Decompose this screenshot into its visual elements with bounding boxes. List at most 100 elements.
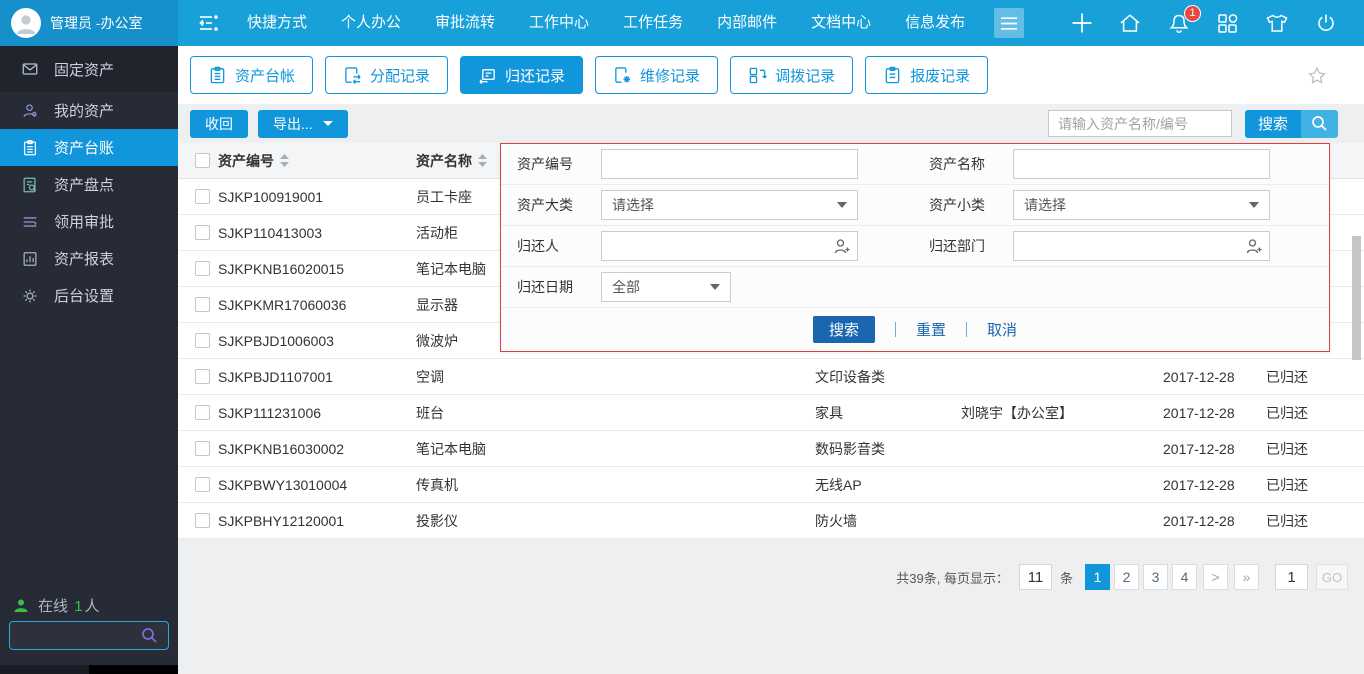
topnav-item[interactable]: 信息发布 [888,0,982,46]
row-checkbox[interactable] [195,225,210,240]
sidebar-item-asset-reports[interactable]: 资产报表 [0,240,178,277]
search-icon-button[interactable] [1301,110,1338,138]
return-dept-field[interactable] [1013,231,1270,261]
asset-name-field[interactable] [1013,149,1270,179]
document-exchange-icon [343,66,362,85]
export-label: 导出... [273,114,313,134]
topnav-item[interactable]: 工作任务 [606,0,700,46]
tab-allocation-records[interactable]: 分配记录 [325,56,448,94]
vertical-scrollbar[interactable] [1352,236,1361,360]
major-category-select[interactable]: 请选择 [601,190,858,220]
tab-return-records[interactable]: 归还记录 [460,56,583,94]
row-checkbox[interactable] [195,405,210,420]
separator [966,322,967,337]
theme-shirt-icon[interactable] [1264,12,1290,35]
row-checkbox[interactable] [195,189,210,204]
row-checkbox[interactable] [195,441,210,456]
sidebar-item-my-assets[interactable]: 我的资产 [0,92,178,129]
panel-footer: 搜索 重置 取消 [501,308,1329,351]
add-icon[interactable] [1071,12,1093,34]
sort-icon[interactable] [280,154,289,167]
clipboard-icon [21,139,39,157]
page-size-input[interactable] [1019,564,1052,590]
page-button-4[interactable]: 4 [1172,564,1197,590]
table-row[interactable]: SJKP111231006 班台 家具 刘晓宇【办公室】 2017-12-28 … [178,395,1364,431]
last-page-button[interactable]: » [1234,564,1259,590]
table-row[interactable]: SJKPBHY12120001 投影仪 防火墙 2017-12-28 已归还 [178,503,1364,539]
sidebar-item-fixed-assets[interactable]: 固定资产 [0,46,178,92]
table-row[interactable]: SJKPBJD1107001 空调 文印设备类 2017-12-28 已归还 [178,359,1364,395]
sidebar-item-backend-settings[interactable]: 后台设置 [0,277,178,314]
go-button[interactable]: GO [1316,564,1348,590]
recall-button[interactable]: 收回 [190,110,248,138]
column-header-asset-name[interactable]: 资产名称 [416,151,472,171]
page-button-3[interactable]: 3 [1143,564,1168,590]
tab-scrap-records[interactable]: 报废记录 [865,56,988,94]
sidebar-item-asset-inventory[interactable]: 资产盘点 [0,166,178,203]
user-menu[interactable]: 管理员 -办公室 [0,0,178,46]
major-category-label: 资产大类 [501,195,601,215]
apps-grid-icon[interactable] [1216,12,1239,35]
sidebar-search-input[interactable] [9,621,169,650]
menu-collapse-icon[interactable] [198,13,220,33]
panel-reset-button[interactable]: 重置 [916,319,946,340]
table-row[interactable]: SJKPKNB16030002 笔记本电脑 数码影音类 2017-12-28 已… [178,431,1364,467]
panel-cancel-button[interactable]: 取消 [987,319,1017,340]
cell-status: 已归还 [1266,403,1364,423]
chevron-down-icon [1249,202,1259,208]
sidebar-item-asset-ledger[interactable]: 资产台账 [0,129,178,166]
sort-icon[interactable] [478,154,487,167]
pagination: 共39条, 每页显示： 条 1234 > » GO [896,564,1348,590]
topnav-item[interactable]: 个人办公 [324,0,418,46]
cell-category: 文印设备类 [815,367,961,387]
row-checkbox[interactable] [195,369,210,384]
column-header-asset-code[interactable]: 资产编号 [218,151,274,171]
topnav-item[interactable]: 内部邮件 [700,0,794,46]
page-button-2[interactable]: 2 [1114,564,1139,590]
row-checkbox[interactable] [195,261,210,276]
topnav-items: 快捷方式个人办公审批流转工作中心工作任务内部邮件文档中心信息发布 [230,0,982,46]
sidebar-item-label: 资产报表 [54,248,114,269]
returner-field[interactable] [601,231,858,261]
next-page-button[interactable]: > [1203,564,1228,590]
topnav-item[interactable]: 工作中心 [512,0,606,46]
sidebar-item-requisition-approval[interactable]: 领用审批 [0,203,178,240]
tab-transfer-records[interactable]: 调拨记录 [730,56,853,94]
topnav-item[interactable]: 快捷方式 [230,0,324,46]
table-row[interactable]: SJKPBWY13010004 传真机 无线AP 2017-12-28 已归还 [178,467,1364,503]
person-add-icon[interactable] [834,238,851,255]
favorite-star-icon[interactable] [1308,67,1326,84]
row-checkbox[interactable] [195,333,210,348]
return-date-select[interactable]: 全部 [601,272,731,302]
topnav-item[interactable]: 文档中心 [794,0,888,46]
online-unit: 人 [85,598,100,615]
row-checkbox[interactable] [195,297,210,312]
notifications-bell-icon[interactable]: 1 [1167,12,1191,35]
page-button-1[interactable]: 1 [1085,564,1110,590]
row-checkbox[interactable] [195,513,210,528]
select-all-checkbox[interactable] [195,153,210,168]
tab-repair-records[interactable]: 维修记录 [595,56,718,94]
asset-code-field[interactable] [601,149,858,179]
topnav-item[interactable]: 审批流转 [418,0,512,46]
row-checkbox[interactable] [195,477,210,492]
panel-search-button[interactable]: 搜索 [813,316,875,343]
search-button[interactable]: 搜索 [1245,110,1301,138]
asset-search-input[interactable] [1048,110,1232,137]
cell-category: 家具 [815,403,961,423]
tab-asset-ledger[interactable]: 资产台帐 [190,56,313,94]
more-menu-button[interactable] [994,8,1024,38]
online-user-icon [13,598,29,614]
goto-page-input[interactable] [1275,564,1308,590]
sidebar-item-label: 领用审批 [54,211,114,232]
person-add-icon[interactable] [1246,238,1263,255]
cell-asset-code: SJKPBJD1107001 [218,369,416,385]
minor-category-select[interactable]: 请选择 [1013,190,1270,220]
panel-row-code-name: 资产编号 资产名称 [501,144,1329,185]
export-dropdown-button[interactable]: 导出... [258,110,348,138]
home-icon[interactable] [1118,12,1142,34]
cell-asset-code: SJKPBHY12120001 [218,513,416,529]
chevron-down-icon [710,284,720,290]
logout-power-icon[interactable] [1315,12,1337,35]
tab-label: 报废记录 [910,65,970,86]
